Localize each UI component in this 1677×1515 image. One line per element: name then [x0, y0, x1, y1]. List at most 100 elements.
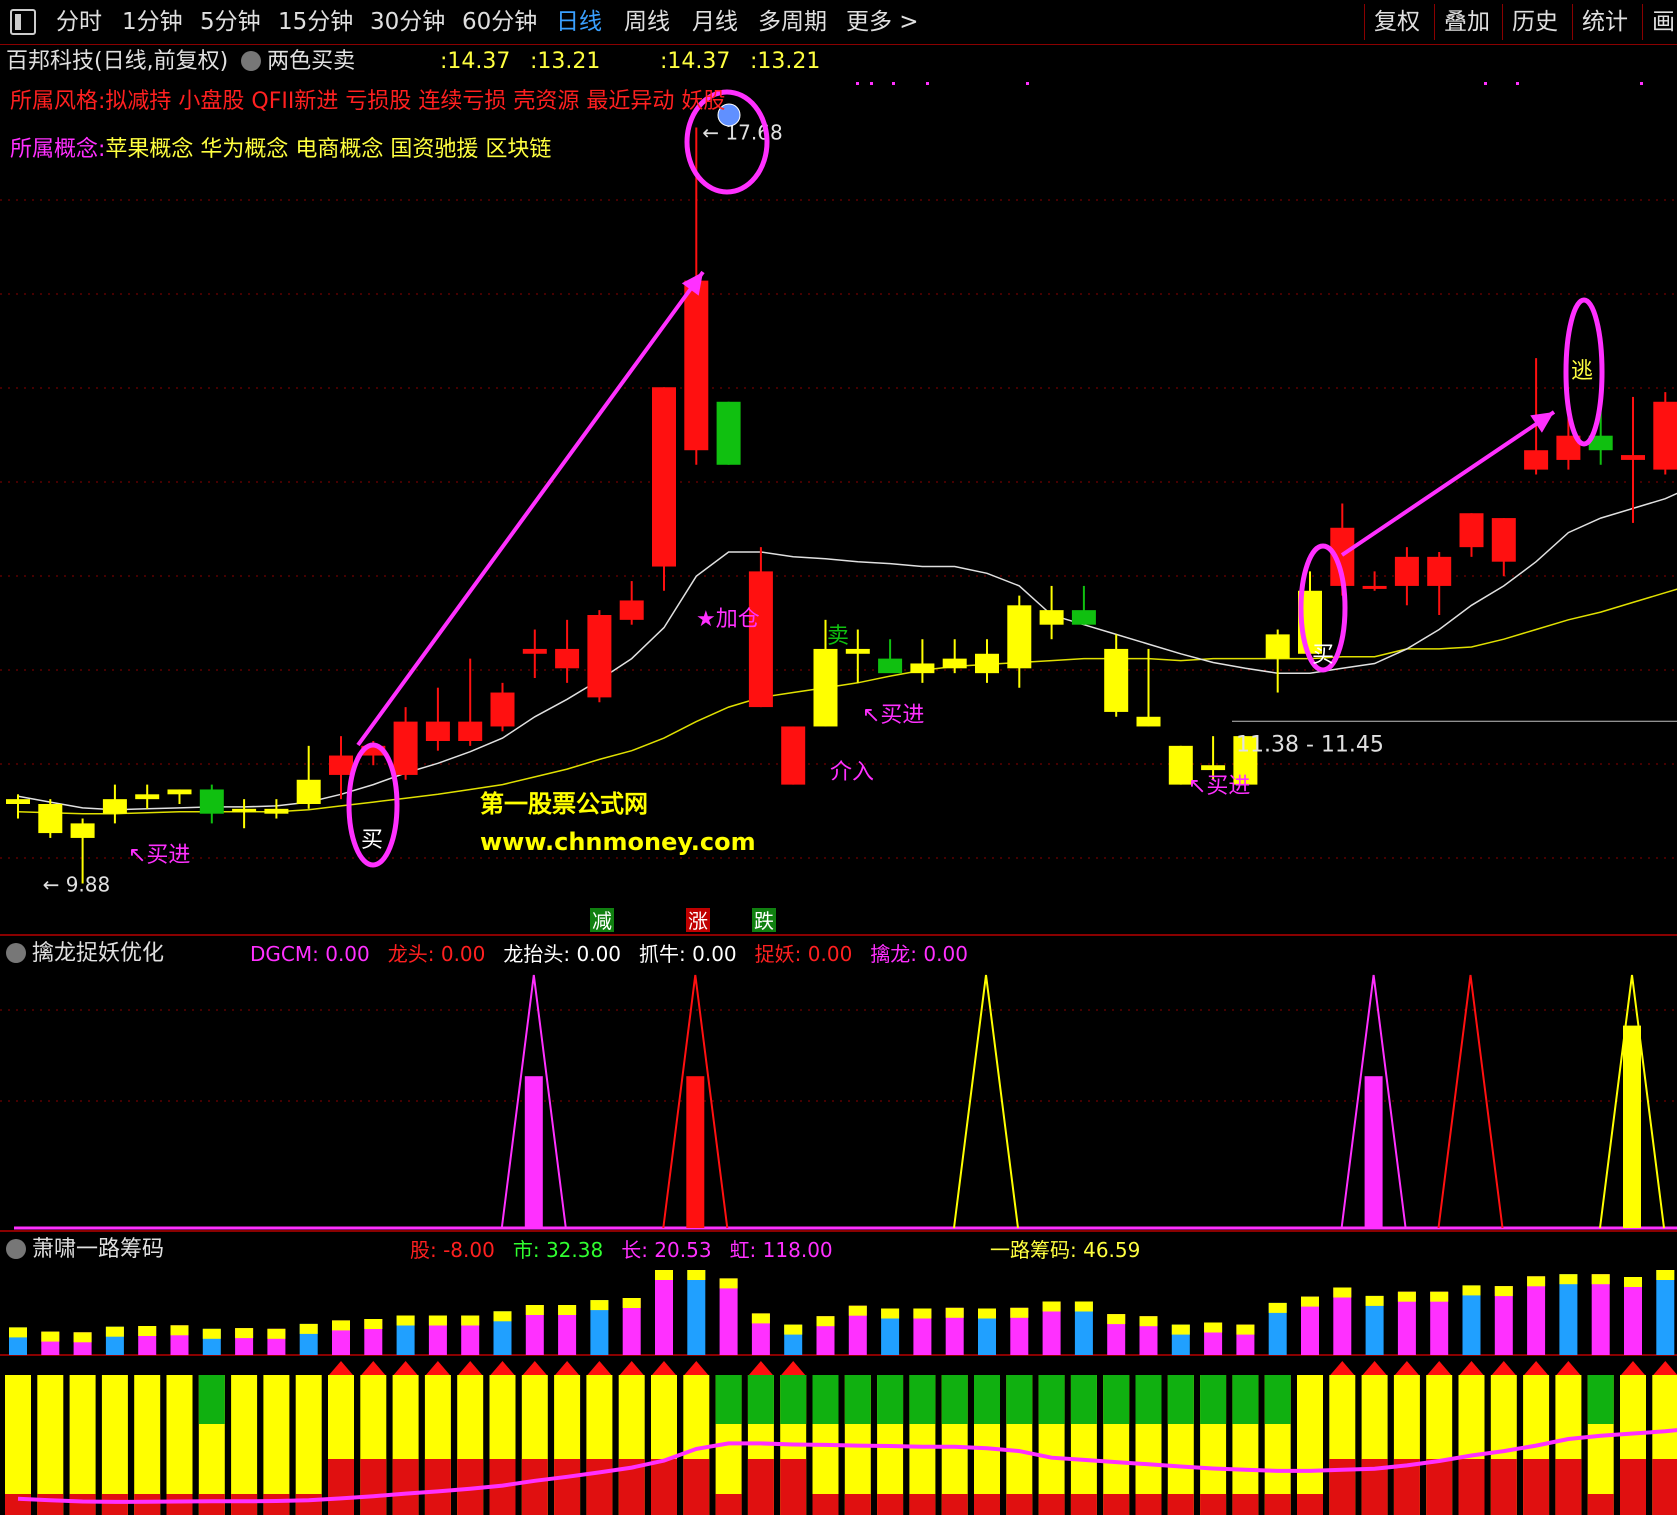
chip-peak-icon [1394, 1361, 1419, 1375]
chip-bar-red [1103, 1494, 1130, 1515]
trend-arrow-2-head [1530, 412, 1554, 433]
chip-peak-icon [1491, 1361, 1516, 1375]
chip-peak-icon [1556, 1361, 1581, 1375]
chip-bar-green [1135, 1375, 1162, 1424]
sell-marker: 卖 [827, 624, 849, 649]
chip-bar-red [5, 1494, 31, 1515]
chip-bar-green [1587, 1375, 1614, 1424]
p2labels-item-2: 龙抬头: 0.00 [503, 942, 622, 966]
chip-bar-red [134, 1494, 161, 1515]
chip-bar-cap [105, 1326, 124, 1337]
chip-bar-cap [1559, 1274, 1578, 1285]
chip-peak-icon [329, 1361, 353, 1375]
chip-bar-green [747, 1375, 774, 1424]
chip-bar-cap [913, 1308, 932, 1319]
enter-marker: 介入 [830, 760, 874, 785]
candle-body [264, 808, 289, 814]
chip-bar-red [1620, 1459, 1646, 1515]
chip-bar-cap [1656, 1270, 1675, 1280]
dot-marker [856, 82, 859, 85]
buy-in-marker-3: ↖买进 [1188, 774, 1250, 799]
chip-bar-cap [1074, 1301, 1093, 1312]
chip-bar-cap [9, 1327, 27, 1338]
spike-bar [524, 1076, 543, 1228]
chip-peak-icon [652, 1361, 676, 1375]
chip-bar-red [231, 1494, 258, 1515]
chip-bar-cap [655, 1270, 673, 1280]
dot-marker [1484, 82, 1487, 85]
candle-body [1007, 605, 1032, 669]
chip-bar-cap [493, 1311, 512, 1322]
chip-bar-cap [1365, 1295, 1384, 1306]
candle-body [684, 280, 709, 451]
p2labels-item-0: DGCM: 0.00 [250, 942, 370, 966]
chip-bar-cap [558, 1305, 577, 1315]
watermark-url: www.chnmoney.com [480, 828, 756, 856]
add-position-marker: ★加仓 [696, 607, 760, 632]
chip-label: 一路筹码 [990, 1238, 1070, 1262]
indicator-toggle-icon[interactable] [241, 51, 262, 71]
candle-body [1524, 450, 1549, 470]
chip-bar-cap [816, 1316, 835, 1327]
chip-bar-red [1232, 1494, 1259, 1515]
chip-bar-cap [1494, 1286, 1513, 1297]
signal-fall: 跌 [754, 909, 774, 933]
candle-body [522, 648, 547, 654]
chip-peak-icon [393, 1361, 418, 1375]
chip-bar-cap [1397, 1291, 1416, 1302]
dot-marker [1026, 82, 1029, 85]
chip-bar-cap [428, 1315, 447, 1326]
chip-bar-upper [1527, 1276, 1546, 1355]
chip-bar-cap [525, 1305, 544, 1315]
chip-bar-cap [1333, 1287, 1352, 1298]
chip-bar-red [1297, 1494, 1323, 1515]
chip-bar-red [1523, 1459, 1550, 1515]
p2labels-item-3: 抓牛: 0.00 [639, 942, 737, 966]
spike-bar [686, 1076, 705, 1228]
chip-bar-green [198, 1375, 225, 1424]
chip-peak-icon [1427, 1361, 1452, 1375]
chip-peak-icon [619, 1361, 644, 1375]
chip-bar-red [651, 1459, 677, 1515]
chip-bar-upper [1333, 1287, 1352, 1355]
candle-body [652, 387, 676, 567]
candle-body [1491, 518, 1516, 562]
indicator-name: 两色买卖 [267, 49, 356, 74]
buy-in-marker-1: ↖买进 [128, 843, 190, 868]
chip-bar-cap [1301, 1296, 1319, 1307]
candle-body [1136, 716, 1161, 727]
chip-bar-red [1555, 1459, 1582, 1515]
panel2-values: DGCM: 0.00 龙头: 0.00 龙抬头: 0.00 抓牛: 0.00 捉妖: 0… [250, 940, 986, 968]
chip-bar-upper [1624, 1277, 1642, 1355]
style-label: 所属风格: [10, 89, 106, 114]
chip-bar-green [974, 1375, 1000, 1424]
chip-bar-cap [1462, 1285, 1481, 1296]
chip-bar-red [69, 1494, 96, 1515]
main-value-1: :14.37 [440, 49, 511, 74]
chip-bar-green [1167, 1375, 1194, 1424]
chip-bar-cap [138, 1326, 157, 1336]
candle-body [975, 653, 999, 674]
chip-bar-green [1070, 1375, 1097, 1424]
chip-bar-red [521, 1459, 548, 1515]
dot-marker [870, 82, 873, 85]
chip-bar-cap [299, 1323, 318, 1334]
panel2-toggle-icon[interactable] [6, 943, 26, 963]
candle-body [1039, 610, 1064, 625]
chip-bar-red [1167, 1494, 1194, 1515]
chip-bar-upper [1559, 1274, 1578, 1355]
p2labels-item-5: 擒龙: 0.00 [870, 942, 968, 966]
dot-marker [1516, 82, 1519, 85]
chip-bar-red [1490, 1459, 1517, 1515]
candle-body [1394, 556, 1419, 586]
chip-bar-red [747, 1459, 774, 1515]
candle-body [70, 823, 95, 838]
candle-body [781, 726, 806, 785]
candle-body [135, 794, 160, 800]
dot-marker [926, 82, 929, 85]
chip-bar-red [392, 1459, 419, 1515]
panel3-toggle-icon[interactable] [6, 1239, 26, 1259]
chip-peak-icon [425, 1361, 450, 1375]
chip-bar-green [1200, 1375, 1227, 1424]
chip-bar-red [941, 1494, 968, 1515]
